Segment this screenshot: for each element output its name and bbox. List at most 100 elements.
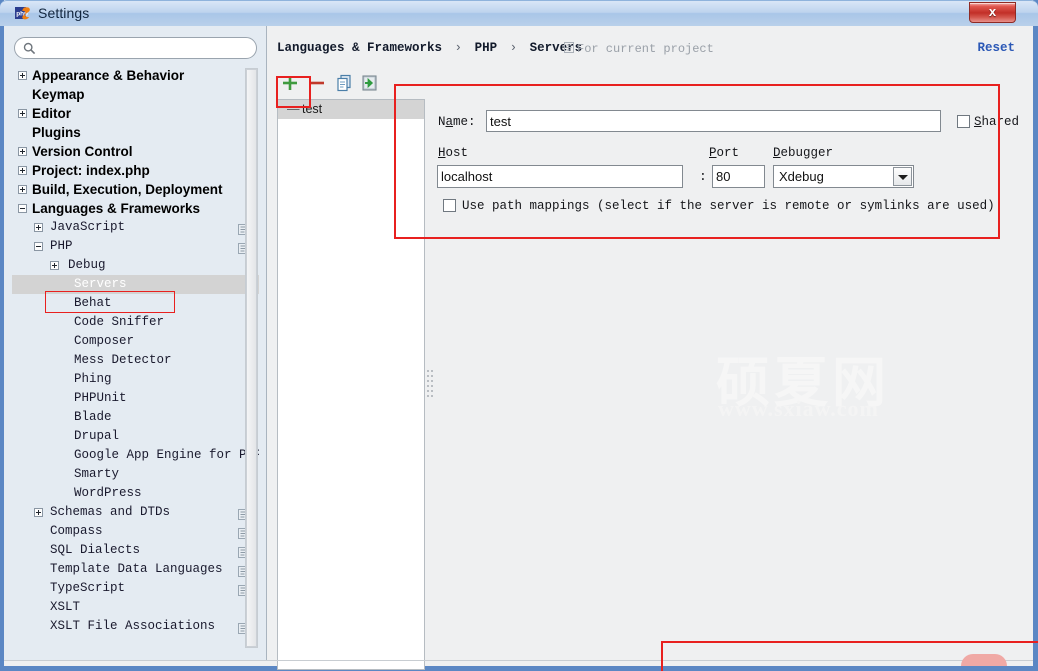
sidebar-item-label: PHPUnit	[74, 391, 127, 405]
host-label: Host	[438, 146, 469, 160]
expand-icon[interactable]	[18, 109, 27, 118]
collapse-icon[interactable]	[34, 242, 43, 251]
sidebar-item-php[interactable]: PHP	[12, 237, 259, 256]
sidebar-item-phpunit[interactable]: PHPUnit	[12, 389, 259, 408]
expand-icon[interactable]	[34, 508, 43, 517]
expand-icon[interactable]	[18, 71, 27, 80]
settings-detail-panel: Languages & Frameworks › PHP › Servers F…	[268, 26, 1033, 670]
sidebar-item-label: SQL Dialects	[50, 543, 141, 557]
settings-sidebar: Appearance & Behavior Keymap Editor Plugins…	[4, 26, 267, 660]
sidebar-item-servers[interactable]: Servers	[12, 275, 259, 294]
expand-icon[interactable]	[18, 166, 27, 175]
sidebar-item-label: Project: index.php	[32, 163, 150, 178]
sidebar-item-label: XSLT	[50, 600, 81, 614]
sidebar-item-label: Languages & Frameworks	[32, 201, 201, 216]
sidebar-item-google-app-engine-for-php[interactable]: Google App Engine for PHP	[12, 446, 259, 465]
sidebar-item-project-index-php[interactable]: Project: index.php	[12, 161, 259, 180]
expand-icon[interactable]	[18, 147, 27, 156]
sidebar-item-label: Template Data Languages	[50, 562, 223, 576]
sidebar-item-drupal[interactable]: Drupal	[12, 427, 259, 446]
sidebar-item-label: XSLT File Associations	[50, 619, 216, 633]
sidebar-item-xslt-file-associations[interactable]: XSLT File Associations	[12, 617, 259, 636]
expand-icon[interactable]	[18, 185, 27, 194]
search-input[interactable]	[40, 40, 252, 59]
phpstorm-icon: php	[15, 6, 32, 22]
sidebar-item-label: Compass	[50, 524, 103, 538]
sidebar-item-plugins[interactable]: Plugins	[12, 123, 259, 142]
sidebar-item-label: JavaScript	[50, 220, 126, 234]
sidebar-item-javascript[interactable]: JavaScript	[12, 218, 259, 237]
sidebar-item-typescript[interactable]: TypeScript	[12, 579, 259, 598]
host-port-separator: :	[699, 169, 707, 184]
chevron-down-icon[interactable]	[893, 167, 912, 186]
footer-divider	[4, 660, 1033, 661]
sidebar-item-label: Appearance & Behavior	[32, 68, 185, 83]
sidebar-item-label: Servers	[74, 277, 127, 291]
host-field[interactable]	[437, 165, 683, 188]
sidebar-item-label: Mess Detector	[74, 353, 172, 367]
search-box[interactable]	[14, 37, 257, 59]
sidebar-item-schemas-and-dtds[interactable]: Schemas and DTDs	[12, 503, 259, 522]
path-mappings-label: Use path mappings (select if the server …	[462, 199, 995, 213]
sidebar-item-label: Debug	[68, 258, 106, 272]
search-area	[14, 37, 257, 59]
port-label: Port	[709, 146, 740, 160]
sidebar-item-composer[interactable]: Composer	[12, 332, 259, 351]
sidebar-item-label: Schemas and DTDs	[50, 505, 171, 519]
sidebar-item-sql-dialects[interactable]: SQL Dialects	[12, 541, 259, 560]
close-icon: x	[988, 4, 997, 19]
name-label: Name:	[438, 115, 476, 129]
sidebar-item-label: Behat	[74, 296, 112, 310]
sidebar-item-code-sniffer[interactable]: Code Sniffer	[12, 313, 259, 332]
sidebar-scrollbar[interactable]	[245, 68, 258, 648]
shared-checkbox[interactable]	[957, 115, 970, 128]
annotation-box-form	[394, 84, 1000, 239]
port-field[interactable]	[712, 165, 765, 188]
search-icon	[23, 42, 36, 55]
sidebar-item-label: Version Control	[32, 144, 133, 159]
debugger-label: Debugger	[773, 146, 834, 160]
collapse-icon[interactable]	[18, 204, 27, 213]
settings-window: php Settings x Appearance & Behavior Key…	[0, 0, 1038, 671]
sidebar-item-editor[interactable]: Editor	[12, 104, 259, 123]
sidebar-item-appearance-behavior[interactable]: Appearance & Behavior	[12, 66, 259, 85]
window-content: Appearance & Behavior Keymap Editor Plugins…	[4, 26, 1033, 670]
sidebar-item-label: Blade	[74, 410, 112, 424]
title-bar: php Settings x	[0, 0, 1038, 26]
sidebar-item-xslt[interactable]: XSLT	[12, 598, 259, 617]
sidebar-item-wordpress[interactable]: WordPress	[12, 484, 259, 503]
sidebar-item-label: WordPress	[74, 486, 142, 500]
sidebar-item-compass[interactable]: Compass	[12, 522, 259, 541]
name-field[interactable]	[486, 110, 941, 132]
sidebar-item-label: Keymap	[32, 87, 85, 102]
expand-icon[interactable]	[34, 223, 43, 232]
ok-button-partial[interactable]	[961, 654, 1007, 666]
sidebar-scrollbar-thumb[interactable]	[246, 69, 257, 647]
window-title: Settings	[38, 5, 90, 21]
sidebar-item-languages-frameworks[interactable]: Languages & Frameworks	[12, 199, 259, 218]
sidebar-item-keymap[interactable]: Keymap	[12, 85, 259, 104]
sidebar-item-smarty[interactable]: Smarty	[12, 465, 259, 484]
sidebar-item-behat[interactable]: Behat	[12, 294, 259, 313]
sidebar-item-mess-detector[interactable]: Mess Detector	[12, 351, 259, 370]
sidebar-item-phing[interactable]: Phing	[12, 370, 259, 389]
sidebar-item-label: Phing	[74, 372, 112, 386]
sidebar-item-label: Composer	[74, 334, 135, 348]
shared-label: Shared	[974, 115, 1020, 129]
sidebar-item-debug[interactable]: Debug	[12, 256, 259, 275]
expand-icon[interactable]	[50, 261, 59, 270]
sidebar-item-label: Smarty	[74, 467, 120, 481]
sidebar-item-label: Editor	[32, 106, 71, 121]
debugger-select[interactable]: Xdebug	[773, 165, 914, 188]
sidebar-item-version-control[interactable]: Version Control	[12, 142, 259, 161]
sidebar-item-build-execution-deployment[interactable]: Build, Execution, Deployment	[12, 180, 259, 199]
close-button[interactable]: x	[969, 2, 1016, 23]
sidebar-item-label: Code Sniffer	[74, 315, 165, 329]
settings-tree: Appearance & Behavior Keymap Editor Plugins…	[12, 66, 259, 651]
sidebar-item-blade[interactable]: Blade	[12, 408, 259, 427]
sidebar-item-label: Drupal	[74, 429, 120, 443]
path-mappings-checkbox[interactable]	[443, 199, 456, 212]
sidebar-item-label: Build, Execution, Deployment	[32, 182, 223, 197]
sidebar-item-label: Plugins	[32, 125, 81, 140]
sidebar-item-template-data-languages[interactable]: Template Data Languages	[12, 560, 259, 579]
